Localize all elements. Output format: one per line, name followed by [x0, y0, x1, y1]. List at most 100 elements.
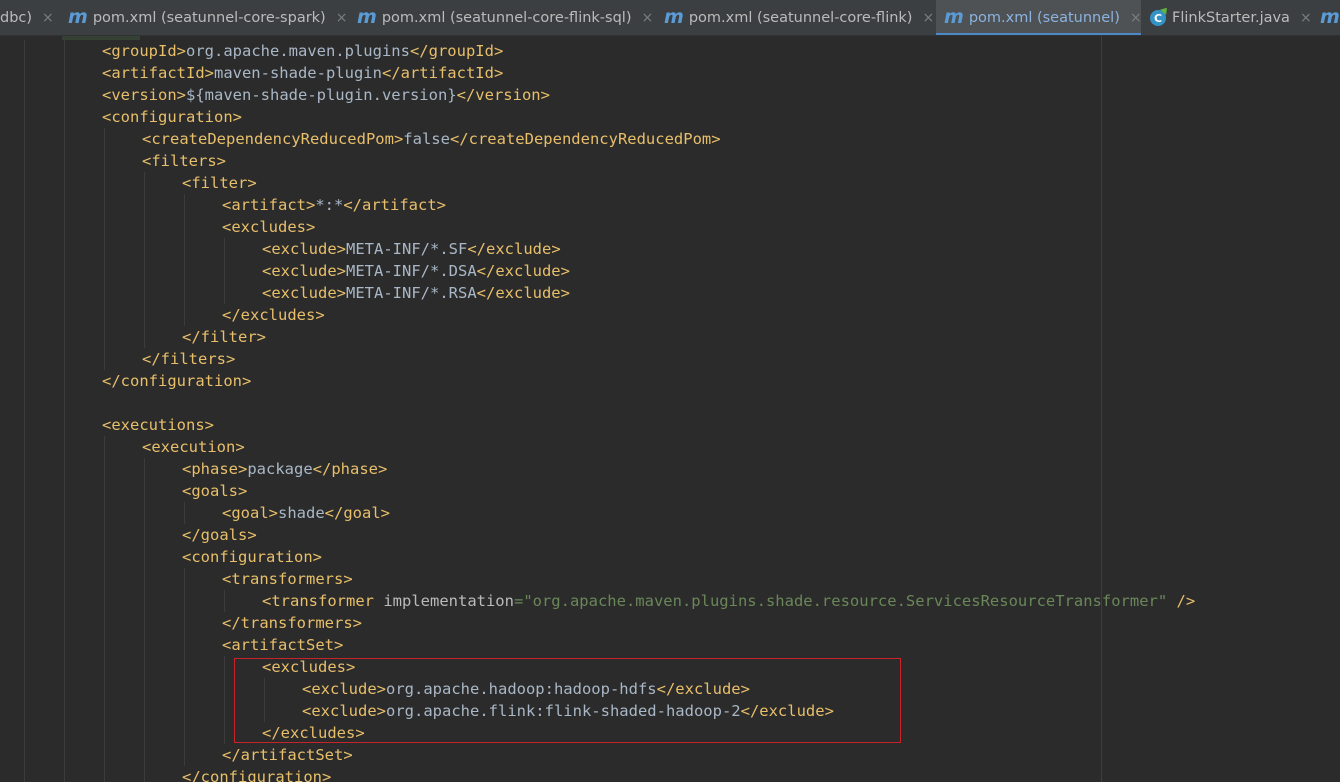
close-icon[interactable]: ×: [336, 10, 348, 26]
xml-tag: <groupId>: [102, 42, 186, 60]
tab-label: pom.xml (seatunnel-core-flink): [688, 10, 913, 26]
xml-tag: <exclude>: [302, 702, 386, 720]
xml-tag: <exclude>: [302, 680, 386, 698]
xml-tag: </artifact>: [343, 196, 446, 214]
code-line: </configuration>: [102, 370, 251, 392]
indent-guide: [224, 590, 225, 612]
code-line: <goal>shade</goal>: [222, 502, 390, 524]
xml-tag: </exclude>: [476, 262, 570, 280]
code-line: </configuration>: [182, 766, 331, 782]
tab-label: pom.xml (seatunnel-core-flink-sql): [381, 10, 632, 26]
tab-label: pom.xml (seatunnel): [968, 10, 1120, 26]
indent-guide: [144, 458, 145, 782]
xml-tag: </goal>: [324, 504, 390, 522]
xml-tag: <filter>: [182, 174, 257, 192]
xml-tag: <phase>: [182, 460, 248, 478]
code-line: <exclude>org.apache.flink:flink-shaded-h…: [302, 700, 834, 722]
xml-tag: <goals>: [182, 482, 248, 500]
code-line: <createDependencyReducedPom>false</creat…: [142, 128, 721, 150]
xml-tag: </transformers>: [222, 614, 362, 632]
indent-guide: [144, 172, 145, 348]
xml-tag: </filters>: [142, 350, 236, 368]
tab-label: dbc): [0, 10, 33, 26]
xml-tag: </phase>: [312, 460, 388, 478]
xml-tag: <artifactSet>: [222, 636, 344, 654]
code-editor[interactable]: <groupId>org.apache.maven.plugins</group…: [0, 36, 1340, 782]
code-line: </excludes>: [222, 304, 325, 326]
indent-guide: [264, 678, 265, 722]
code-line: <filter>: [182, 172, 257, 194]
code-line: <exclude>META-INF/*.SF</exclude>: [262, 238, 561, 260]
indent-guide: [184, 568, 185, 766]
xml-text: org.apache.maven.plugins: [186, 42, 410, 60]
tab-pom-seatunnel-core-flink-sql[interactable]: m pom.xml (seatunnel-core-flink-sql) ×: [357, 0, 653, 35]
xml-attribute-value: ="org.apache.maven.plugins.shade.resourc…: [513, 592, 1168, 610]
code-line: </artifactSet>: [222, 744, 353, 766]
code-line: <phase>package</phase>: [182, 458, 387, 480]
indent-guide: [104, 128, 105, 370]
indent-guide: [24, 40, 25, 782]
tab-label: pom.xml (seatunnel-core-spark): [92, 10, 326, 26]
tab-label: FlinkStarter.java: [1172, 10, 1290, 26]
code-line: <excludes>: [262, 656, 355, 678]
xml-tag: <version>: [102, 86, 186, 104]
code-line: </excludes>: [262, 722, 365, 744]
code-line: <artifact>*:*</artifact>: [222, 194, 446, 216]
indent-guide: [184, 502, 185, 524]
close-icon[interactable]: ×: [922, 10, 934, 26]
tab-jdbc[interactable]: dbc) ×: [0, 0, 54, 35]
close-icon[interactable]: ×: [1300, 10, 1312, 26]
code-line: <transformer implementation="org.apache.…: [262, 590, 1195, 612]
xml-tag: <exclude>: [262, 262, 346, 280]
xml-tag: <transformer: [262, 592, 384, 610]
code-line: </transformers>: [222, 612, 362, 634]
xml-tag: </filter>: [182, 328, 266, 346]
code-line: <executions>: [102, 414, 214, 436]
maven-icon: m: [68, 6, 88, 28]
maven-icon: m: [1320, 6, 1340, 28]
xml-text: false: [403, 130, 450, 148]
xml-text: org.apache.flink:flink-shaded-hadoop-2: [386, 702, 741, 720]
code-line: <artifactSet>: [222, 634, 343, 656]
code-line: <filters>: [142, 150, 226, 172]
code-line: <goals>: [182, 480, 247, 502]
xml-tag: />: [1167, 592, 1196, 610]
xml-text: ${maven-shade-plugin.version}: [186, 86, 457, 104]
code-line: <execution>: [142, 436, 245, 458]
xml-tag: </groupId>: [409, 42, 504, 60]
close-icon[interactable]: ×: [42, 10, 54, 26]
tab-overflow-pom[interactable]: m: [1320, 0, 1340, 35]
xml-text: META-INF/*.DSA: [346, 262, 477, 280]
tab-pom-seatunnel[interactable]: m pom.xml (seatunnel) ×: [936, 0, 1142, 35]
xml-tag: </exclude>: [740, 702, 834, 720]
xml-tag: </excludes>: [222, 306, 325, 324]
xml-tag: </artifactSet>: [222, 746, 353, 764]
maven-icon: m: [357, 6, 377, 28]
close-icon[interactable]: ×: [641, 10, 653, 26]
code-line: </filters>: [142, 348, 235, 370]
indent-guide: [104, 436, 105, 782]
xml-text: shade: [278, 504, 325, 522]
xml-attribute: implementation: [383, 592, 514, 610]
xml-tag: </exclude>: [476, 284, 570, 302]
xml-tag: </excludes>: [262, 724, 365, 742]
indent-guide: [224, 238, 225, 304]
xml-tag: <excludes>: [222, 218, 316, 236]
xml-tag: <filters>: [142, 152, 226, 170]
xml-tag: </configuration>: [182, 768, 332, 782]
tab-pom-seatunnel-core-spark[interactable]: m pom.xml (seatunnel-core-spark) ×: [68, 0, 348, 35]
xml-tag: <configuration>: [102, 108, 242, 126]
indent-guide: [224, 656, 225, 744]
xml-tag: <execution>: [142, 438, 245, 456]
tab-pom-seatunnel-core-flink[interactable]: m pom.xml (seatunnel-core-flink) ×: [664, 0, 934, 35]
tab-flinkstarter-java[interactable]: C FlinkStarter.java ×: [1150, 0, 1312, 35]
code-line: <configuration>: [102, 106, 242, 128]
xml-tag: <transformers>: [222, 570, 353, 588]
xml-tag: <exclude>: [262, 284, 346, 302]
code-line: <groupId>org.apache.maven.plugins</group…: [102, 40, 503, 62]
indent-guide: [64, 40, 65, 782]
xml-tag: <executions>: [102, 416, 214, 434]
maven-icon: m: [664, 6, 684, 28]
xml-text: META-INF/*.RSA: [346, 284, 477, 302]
close-icon[interactable]: ×: [1130, 10, 1142, 26]
